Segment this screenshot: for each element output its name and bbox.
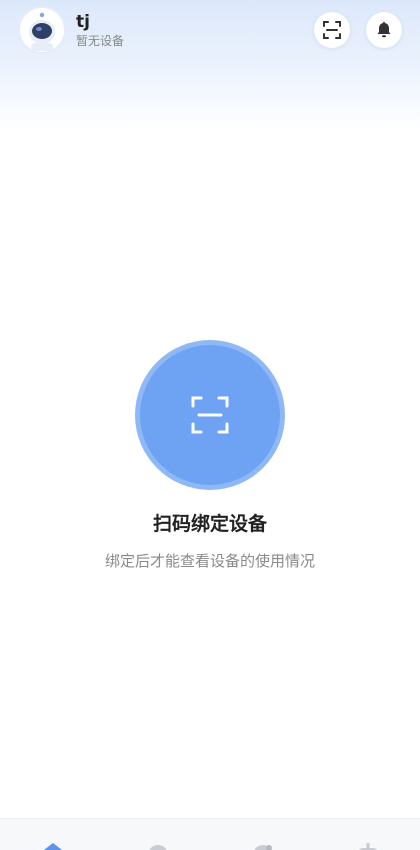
- app-header: tj 暂无设备: [0, 0, 420, 60]
- astronaut-avatar-icon: [20, 8, 64, 52]
- nav-icon-4: [358, 843, 377, 850]
- empty-state-title: 扫码绑定设备: [152, 513, 267, 535]
- nav-item-home[interactable]: [23, 819, 83, 850]
- user-info: tj 暂无设备: [76, 12, 124, 49]
- notification-button[interactable]: [366, 12, 402, 48]
- bell-icon: [377, 21, 391, 38]
- nav-item-4[interactable]: [338, 819, 398, 850]
- avatar[interactable]: [18, 6, 66, 54]
- home-icon: [43, 843, 62, 850]
- nav-icon-2: [148, 845, 167, 850]
- scan-button[interactable]: [314, 12, 350, 48]
- empty-state: 扫码绑定设备 绑定后才能查看设备的使用情况: [0, 345, 420, 571]
- nav-icon-3: [253, 845, 272, 850]
- scan-icon: [191, 396, 229, 434]
- device-status: 暂无设备: [76, 33, 125, 48]
- bind-device-scan-button[interactable]: [140, 345, 280, 485]
- bottom-nav: [0, 818, 420, 850]
- nav-item-2[interactable]: [128, 819, 188, 850]
- nav-item-3[interactable]: [233, 819, 293, 850]
- empty-state-description: 绑定后才能查看设备的使用情况: [104, 552, 315, 570]
- header-actions: [314, 12, 402, 48]
- scan-icon: [323, 21, 341, 39]
- user-name: tj: [76, 11, 90, 32]
